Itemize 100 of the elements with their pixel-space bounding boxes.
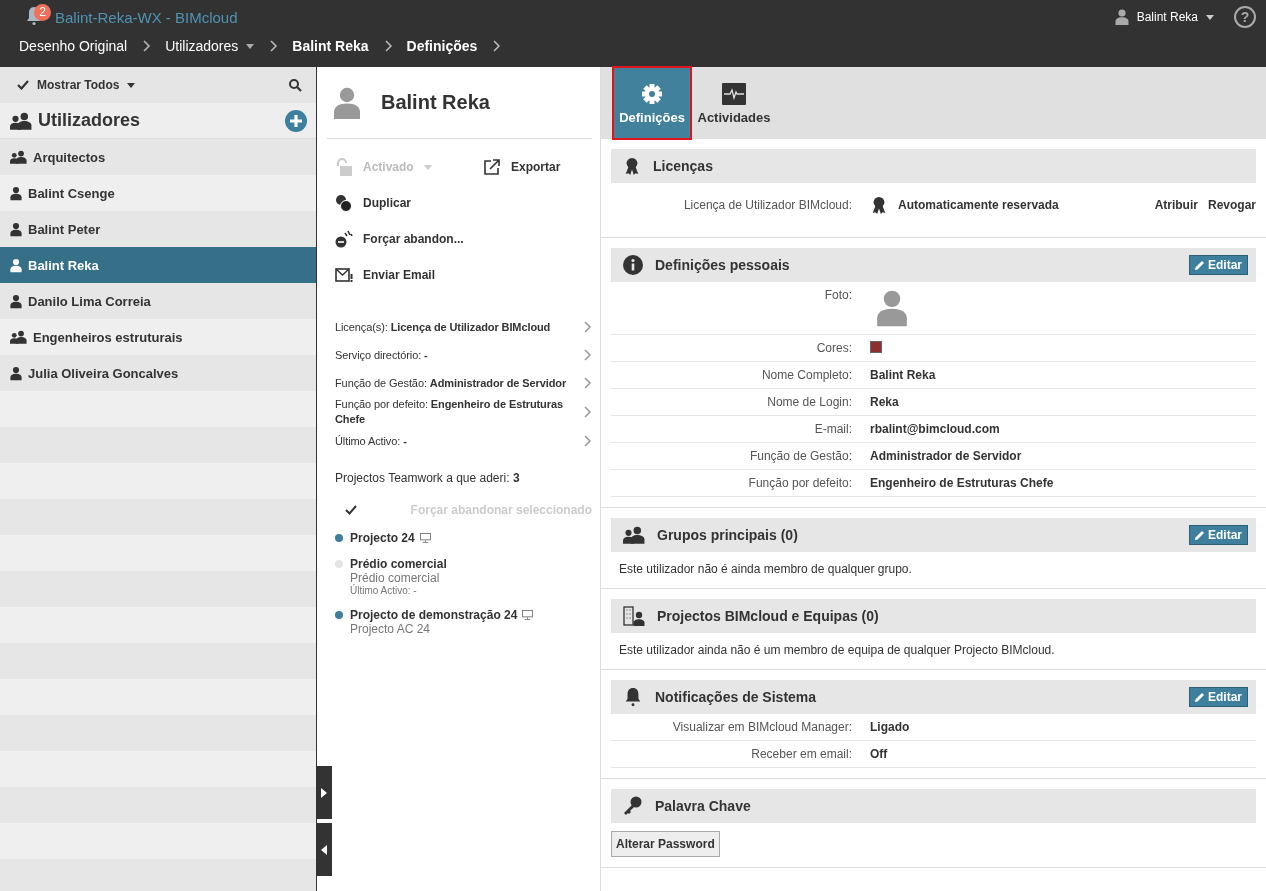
field-value: Administrador de Servidor: [870, 449, 1022, 463]
project-name[interactable]: Prédio comercial: [350, 557, 447, 571]
field-label: Visualizar em BIMcloud Manager:: [671, 720, 852, 734]
caret-icon: [423, 164, 432, 170]
key-icon: [623, 796, 643, 816]
property-link[interactable]: Licença(s): Licença de Utilizador BIMcloud: [335, 313, 592, 341]
chevron-icon: [582, 320, 592, 334]
group-icon: [10, 110, 32, 131]
chevron-icon: [491, 39, 502, 53]
building-user-icon: [623, 606, 645, 626]
field-label: Função de Gestão:: [748, 449, 852, 463]
field-value: Balint Reka: [870, 368, 936, 382]
field-value: Reka: [870, 395, 899, 409]
project-subtitle: Prédio comercial: [350, 571, 441, 585]
user-name: Balint Reka: [381, 91, 490, 114]
chevron-icon: [582, 376, 592, 390]
group-icon: [10, 150, 27, 164]
filter-dropdown[interactable]: Mostrar Todos: [37, 78, 120, 92]
edit-button[interactable]: Editar: [1189, 255, 1248, 275]
check-icon[interactable]: [345, 505, 357, 515]
field-value: Engenheiro de Estruturas Chefe: [870, 476, 1054, 490]
export-icon: [483, 158, 501, 176]
user-icon: [10, 257, 22, 273]
monitor-icon: [419, 533, 431, 543]
section-title: Projectos BIMcloud e Equipas (0): [657, 608, 880, 624]
user-list-item[interactable]: Balint Reka: [0, 247, 316, 283]
search-icon[interactable]: [289, 78, 302, 92]
chevron-icon: [141, 39, 152, 53]
breadcrumb-link[interactable]: Desenho Original: [19, 38, 128, 54]
action-button[interactable]: Exportar: [475, 149, 592, 185]
tab[interactable]: Definições: [613, 67, 691, 139]
project-subtitle: Projecto AC 24: [350, 622, 432, 636]
field-label: Cores:: [815, 341, 852, 355]
field-value: Off: [870, 747, 888, 761]
collapse-handle[interactable]: [316, 823, 332, 876]
project-name[interactable]: Projecto de demonstração 24: [350, 608, 518, 622]
user-icon: [10, 293, 22, 309]
section-text: Este utilizador ainda não é um membro de equipa de qualquer Projecto BIMcloud.: [618, 642, 1056, 659]
edit-button[interactable]: Editar: [1189, 525, 1248, 545]
chevron-icon: [268, 39, 279, 53]
add-icon[interactable]: [285, 109, 307, 132]
leave-icon: [335, 230, 353, 248]
ribbon-icon: [623, 157, 641, 175]
user-icon: [10, 221, 22, 237]
pencil-icon: [1195, 260, 1205, 270]
change-password-button[interactable]: Alterar Password: [611, 831, 720, 857]
monitor-icon: [522, 610, 534, 620]
license-label: Licença de Utilizador BIMcloud:: [682, 198, 852, 212]
user-icon: [1114, 9, 1129, 25]
window-title: Balint-Reka-WX - BIMcloud: [55, 8, 238, 26]
property-link[interactable]: Função de Gestão: Administrador de Servidor: [335, 369, 592, 397]
field-value: Ligado: [870, 720, 910, 734]
field-label: Função por defeito:: [747, 476, 852, 490]
license-value: Automaticamente reservada: [898, 198, 1059, 212]
pencil-icon: [1195, 692, 1205, 702]
tab[interactable]: Actividades: [695, 67, 773, 139]
bell-icon: [623, 687, 643, 707]
section-title: Grupos principais (0): [657, 527, 799, 543]
field-value: rbalint@bimcloud.com: [870, 422, 1000, 436]
project-name[interactable]: Projecto 24: [350, 531, 415, 545]
property-link[interactable]: Função por defeito: Engenheiro de Estruturas Chefe: [335, 397, 592, 427]
gear-icon: [640, 81, 664, 106]
info-icon: [623, 255, 643, 275]
field-label: Receber em email:: [750, 747, 852, 761]
pencil-icon: [1195, 530, 1205, 540]
section-title: Definições pessoais: [655, 257, 791, 273]
section-text: Este utilizador não é ainda membro de qualquer grupo.: [618, 561, 913, 578]
projects-count: Projectos Teamwork a que aderi: 3: [334, 470, 521, 485]
ribbon-icon: [870, 196, 888, 214]
user-menu[interactable]: Balint Reka: [1136, 10, 1198, 24]
last-active-text: Último Activo: -: [350, 585, 418, 596]
user-icon: [10, 365, 22, 381]
license-action-link[interactable]: Atribuir: [1154, 198, 1198, 212]
chevron-icon: [582, 434, 592, 448]
license-action-link[interactable]: Revogar: [1207, 198, 1256, 212]
help-button[interactable]: ?: [1234, 6, 1256, 28]
check-icon: [17, 80, 29, 90]
email-icon: [335, 266, 353, 284]
section-title: Notificações de Sistema: [655, 689, 818, 705]
field-label: E-mail:: [813, 422, 852, 436]
property-link[interactable]: Último Activo: -: [335, 427, 592, 455]
section-title: Licenças: [653, 158, 714, 174]
list-heading: Utilizadores: [38, 110, 141, 131]
group-icon: [10, 330, 27, 344]
chevron-icon: [582, 405, 592, 419]
action-button[interactable]: Duplicar: [335, 185, 475, 221]
field-label: Foto:: [823, 288, 852, 302]
caret-icon: [246, 43, 255, 49]
expand-handle[interactable]: [316, 766, 332, 819]
avatar-icon: [333, 85, 361, 120]
property-link[interactable]: Serviço directório: -: [335, 341, 592, 369]
user-icon: [10, 185, 22, 201]
breadcrumb-link[interactable]: Balint Reka: [292, 38, 369, 54]
breadcrumb-link[interactable]: Definições: [406, 38, 478, 54]
field-label: Nome de Login:: [766, 395, 852, 409]
edit-button[interactable]: Editar: [1189, 687, 1248, 707]
section-title: Palavra Chave: [655, 798, 752, 814]
action-button[interactable]: Enviar Email: [335, 257, 475, 293]
action-button[interactable]: Forçar abandon...: [335, 221, 475, 257]
breadcrumb-link[interactable]: Utilizadores: [165, 38, 255, 54]
